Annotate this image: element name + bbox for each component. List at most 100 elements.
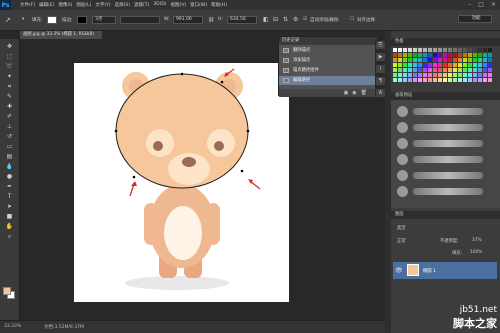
menu-filter[interactable]: 滤镜(T) [134, 2, 149, 8]
color-swatch[interactable] [398, 73, 402, 77]
color-swatch[interactable] [433, 63, 437, 67]
color-swatch[interactable] [423, 53, 427, 57]
color-swatch[interactable] [428, 78, 432, 82]
eyedropper-tool-icon[interactable]: ✎ [4, 93, 15, 100]
color-swatch[interactable] [443, 68, 447, 72]
color-swatch[interactable] [463, 58, 467, 62]
color-swatch[interactable] [418, 48, 422, 52]
color-swatch[interactable] [433, 73, 437, 77]
color-swatch[interactable] [438, 63, 442, 67]
history-item-selected[interactable]: 编辑路径 [279, 76, 377, 85]
blend-mode-select[interactable]: 正常 [397, 238, 406, 244]
color-swatch[interactable] [403, 73, 407, 77]
foreground-color-swatch[interactable] [3, 287, 11, 295]
maximize-icon[interactable]: □ [478, 1, 484, 8]
color-swatch[interactable] [418, 68, 422, 72]
color-swatch[interactable] [443, 58, 447, 62]
path-ops-icon[interactable]: ◧ [263, 16, 269, 23]
history-item[interactable]: 删除锚点 [279, 46, 377, 55]
color-swatch[interactable] [478, 48, 482, 52]
color-swatch[interactable] [473, 73, 477, 77]
color-swatch[interactable] [468, 58, 472, 62]
width-field[interactable]: 991.06 [173, 16, 203, 24]
color-swatch[interactable] [483, 68, 487, 72]
color-swatch[interactable] [488, 63, 492, 67]
shape-mode-label[interactable]: ▾ [22, 17, 24, 22]
color-swatch[interactable] [428, 68, 432, 72]
color-swatch[interactable] [428, 53, 432, 57]
color-swatch[interactable] [458, 58, 462, 62]
color-swatch[interactable] [478, 73, 482, 77]
color-swatch[interactable] [418, 63, 422, 67]
color-swatch[interactable] [488, 73, 492, 77]
color-swatch[interactable] [468, 48, 472, 52]
menu-help[interactable]: 帮助(H) [211, 2, 227, 8]
color-swatch[interactable] [438, 48, 442, 52]
color-swatch[interactable] [438, 53, 442, 57]
clone-stamp-tool-icon[interactable]: ⊥ [4, 123, 15, 130]
lasso-tool-icon[interactable]: ➰ [4, 63, 15, 70]
align-edges-checkbox[interactable]: ☐ [350, 17, 354, 22]
pen-tool-icon[interactable]: ✒ [4, 183, 15, 190]
color-swatch[interactable] [393, 53, 397, 57]
color-swatch[interactable] [433, 53, 437, 57]
history-footer-icons[interactable]: ▣◉🗑 [279, 89, 377, 97]
color-swatch[interactable] [438, 73, 442, 77]
color-swatch[interactable] [473, 63, 477, 67]
color-swatch[interactable] [423, 68, 427, 72]
color-swatch[interactable] [448, 58, 452, 62]
color-swatch[interactable] [448, 48, 452, 52]
brush-tip[interactable] [397, 170, 408, 181]
color-swatch[interactable] [428, 48, 432, 52]
color-swatch[interactable] [453, 68, 457, 72]
color-swatch[interactable] [423, 63, 427, 67]
color-swatch[interactable] [398, 58, 402, 62]
history-item[interactable]: 添加锚点 [279, 56, 377, 65]
swatches-panel-title[interactable]: 色板 [391, 38, 500, 46]
brush-tip[interactable] [397, 106, 408, 117]
opacity-value[interactable]: 37% [472, 238, 482, 243]
link-icon[interactable]: ⛓ [208, 17, 214, 23]
color-swatch[interactable] [393, 58, 397, 62]
brush-tip[interactable] [397, 138, 408, 149]
color-swatch[interactable] [458, 53, 462, 57]
brush-tip[interactable] [397, 186, 408, 197]
dodge-tool-icon[interactable]: ● [4, 173, 15, 180]
color-swatch[interactable] [428, 73, 432, 77]
fill-swatch[interactable] [47, 16, 57, 24]
document-canvas[interactable] [74, 63, 289, 302]
color-swatch[interactable] [443, 48, 447, 52]
type-tool-icon[interactable]: T [4, 193, 15, 200]
color-swatch[interactable] [398, 63, 402, 67]
marquee-tool-icon[interactable]: ⬚ [4, 53, 15, 60]
color-swatch[interactable] [468, 78, 472, 82]
menu-view[interactable]: 视图(V) [171, 2, 187, 8]
menu-layer[interactable]: 图层(L) [76, 2, 91, 8]
menu-3d[interactable]: 3D(D) [153, 2, 166, 8]
close-icon[interactable]: × [491, 1, 496, 8]
color-swatch[interactable] [413, 68, 417, 72]
color-swatch[interactable] [453, 78, 457, 82]
menu-window[interactable]: 窗口(W) [190, 2, 207, 8]
color-swatch[interactable] [468, 73, 472, 77]
crop-tool-icon[interactable]: ⌗ [4, 83, 15, 90]
settings-gear-icon[interactable]: ⚙ [293, 16, 298, 23]
history-panel-title[interactable]: 历史记录 [279, 37, 377, 45]
stroke-width-field[interactable]: 3点 [92, 16, 116, 24]
layer-kind-filter[interactable]: 类型 [397, 225, 406, 231]
color-swatch[interactable] [488, 53, 492, 57]
color-swatch[interactable] [398, 78, 402, 82]
color-swatch[interactable] [408, 63, 412, 67]
color-swatch[interactable] [413, 63, 417, 67]
color-swatch[interactable] [393, 63, 397, 67]
color-swatch[interactable] [463, 78, 467, 82]
path-selection-tool-icon[interactable]: ➤ [4, 203, 15, 210]
color-swatch[interactable] [408, 53, 412, 57]
color-swatch[interactable] [473, 78, 477, 82]
color-swatch[interactable] [393, 48, 397, 52]
color-swatch[interactable] [453, 63, 457, 67]
magic-wand-tool-icon[interactable]: ✦ [4, 73, 15, 80]
color-swatch[interactable] [453, 48, 457, 52]
color-swatch[interactable] [483, 73, 487, 77]
color-swatch[interactable] [468, 68, 472, 72]
